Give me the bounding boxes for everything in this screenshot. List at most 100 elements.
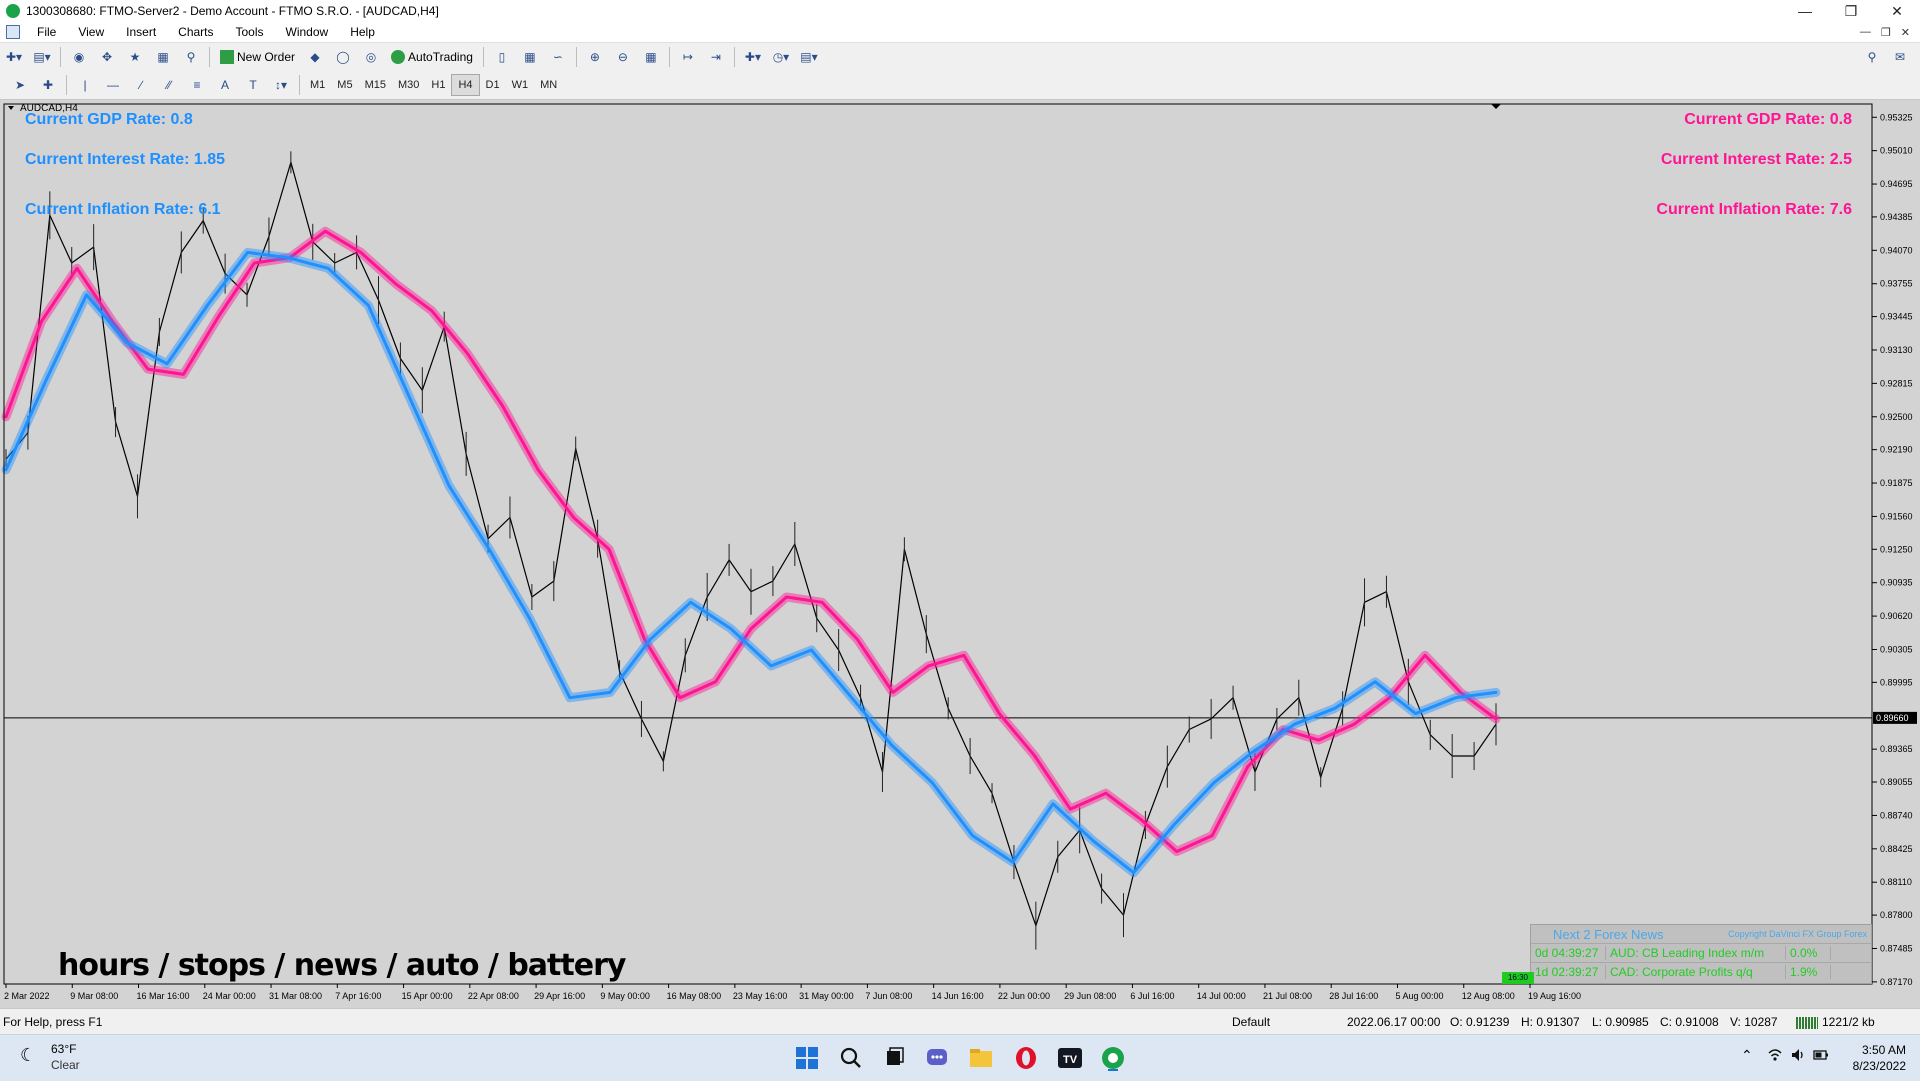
menu-file[interactable]: File — [26, 25, 67, 39]
bar-chart-icon[interactable]: ▯ — [490, 46, 514, 68]
zoom-out-icon[interactable]: ⊖ — [611, 46, 635, 68]
timeframe-mn[interactable]: MN — [534, 75, 563, 95]
indicators-icon[interactable]: ✚▾ — [741, 46, 765, 68]
auto-scroll-icon[interactable]: ↦ — [676, 46, 700, 68]
y-tick-label: 0.88110 — [1880, 877, 1912, 887]
volume-icon[interactable] — [1790, 1047, 1806, 1063]
signals-icon[interactable]: ◯ — [331, 46, 355, 68]
status-profile[interactable]: Default — [1232, 1015, 1270, 1029]
wifi-icon[interactable] — [1767, 1047, 1783, 1063]
y-tick-label: 0.89055 — [1880, 777, 1913, 787]
data-window-icon[interactable]: ✥ — [95, 46, 119, 68]
zoom-in-icon[interactable]: ⊕ — [583, 46, 607, 68]
task-view-icon[interactable] — [881, 1044, 909, 1072]
menu-tools[interactable]: Tools — [225, 25, 275, 39]
new-chart-icon[interactable]: ✚▾ — [2, 46, 26, 68]
timeframe-h1[interactable]: H1 — [425, 75, 451, 95]
terminal-icon[interactable]: ▦ — [151, 46, 175, 68]
y-tick-label: 0.93755 — [1880, 279, 1913, 289]
clock-time[interactable]: 3:50 AM — [1862, 1043, 1906, 1057]
auto-trading-label: AutoTrading — [408, 50, 473, 64]
new-order-button[interactable]: New Order — [216, 46, 299, 68]
line-chart-icon[interactable]: ∽ — [546, 46, 570, 68]
market-watch-icon[interactable]: ◉ — [67, 46, 91, 68]
document-icon[interactable] — [6, 25, 20, 39]
x-tick-label: 9 May 00:00 — [600, 991, 650, 1001]
market-icon[interactable]: ◎ — [359, 46, 383, 68]
auto-trading-button[interactable]: AutoTrading — [387, 46, 477, 68]
y-tick-label: 0.91250 — [1880, 544, 1913, 554]
x-tick-label: 2 Mar 2022 — [4, 991, 50, 1001]
mdi-minimize-icon[interactable]: — — [1860, 26, 1871, 39]
channel-icon[interactable]: ∕∕ — [157, 74, 181, 96]
horizontal-line-icon[interactable]: — — [101, 74, 125, 96]
connection-bars-icon — [1796, 1016, 1818, 1029]
mt4-terminal-icon[interactable] — [1099, 1044, 1127, 1072]
timeframe-w1[interactable]: W1 — [506, 75, 535, 95]
chat-icon[interactable]: ✉ — [1888, 46, 1912, 68]
cursor-icon[interactable]: ➤ — [8, 74, 32, 96]
tile-windows-icon[interactable]: ▦ — [639, 46, 663, 68]
battery-icon[interactable] — [1813, 1047, 1829, 1063]
tradingview-icon[interactable]: TV — [1056, 1044, 1084, 1072]
timeframe-m15[interactable]: M15 — [359, 75, 392, 95]
menu-view[interactable]: View — [67, 25, 115, 39]
status-bar: For Help, press F1 Default 2022.06.17 00… — [0, 1008, 1920, 1035]
timeframe-h4[interactable]: H4 — [451, 74, 480, 96]
mdi-restore-icon[interactable]: ❐ — [1881, 26, 1891, 39]
moon-icon[interactable]: ☾ — [20, 1045, 40, 1065]
teams-chat-icon[interactable] — [923, 1044, 951, 1072]
opera-browser-icon[interactable] — [1012, 1044, 1040, 1072]
navigator-icon[interactable]: ★ — [123, 46, 147, 68]
restore-icon[interactable]: ❐ — [1828, 0, 1874, 22]
news-event: CAD: Corporate Profits q/q — [1606, 965, 1786, 979]
metaeditor-icon[interactable]: ◆ — [303, 46, 327, 68]
windows-start-icon[interactable] — [793, 1044, 821, 1072]
minimize-icon[interactable]: — — [1782, 0, 1828, 22]
x-tick-label: 22 Jun 00:00 — [998, 991, 1050, 1001]
file-explorer-icon[interactable] — [967, 1044, 995, 1072]
text-label-icon[interactable]: T — [241, 74, 265, 96]
news-panel-title: Next 2 Forex News — [1553, 926, 1664, 942]
menu-charts[interactable]: Charts — [167, 25, 224, 39]
news-value: 1.9% — [1786, 965, 1831, 979]
y-tick-label: 0.93445 — [1880, 312, 1913, 322]
profiles-icon[interactable]: ▤▾ — [30, 46, 54, 68]
price-chart[interactable]: 0.95325 0.95010 0.94695 0.94385 0.94070 0.937… — [0, 100, 1920, 1008]
y-tick-label: 0.88425 — [1880, 844, 1913, 854]
timeframe-m30[interactable]: M30 — [392, 75, 425, 95]
x-tick-label: 28 Jul 16:00 — [1329, 991, 1378, 1001]
chart-window[interactable]: 0.95325 0.95010 0.94695 0.94385 0.94070 0.937… — [0, 100, 1920, 1008]
text-icon[interactable]: A — [213, 74, 237, 96]
menu-insert[interactable]: Insert — [115, 25, 167, 39]
timeframe-m1[interactable]: M1 — [304, 75, 331, 95]
status-close: C: 0.91008 — [1660, 1015, 1719, 1029]
periods-icon[interactable]: ◷▾ — [769, 46, 793, 68]
timeframe-d1[interactable]: D1 — [480, 75, 506, 95]
y-tick-label: 0.94070 — [1880, 245, 1913, 255]
crosshair-icon[interactable]: ✚ — [36, 74, 60, 96]
chart-shift-icon[interactable]: ⇥ — [704, 46, 728, 68]
search-icon[interactable]: ⚲ — [1860, 46, 1884, 68]
search-taskbar-icon[interactable] — [837, 1044, 865, 1072]
tray-chevron-up-icon[interactable]: ⌃ — [1741, 1047, 1753, 1064]
menu-help[interactable]: Help — [339, 25, 386, 39]
x-tick-label: 12 Aug 08:00 — [1462, 991, 1515, 1001]
candlestick-icon[interactable]: ▦ — [518, 46, 542, 68]
y-tick-label: 0.88740 — [1880, 810, 1913, 820]
menu-window[interactable]: Window — [275, 25, 340, 39]
weather-temperature[interactable]: 63°F — [51, 1042, 76, 1056]
trendline-icon[interactable]: ∕ — [129, 74, 153, 96]
timeframe-m5[interactable]: M5 — [331, 75, 358, 95]
mdi-close-icon[interactable]: ✕ — [1901, 26, 1910, 39]
weather-condition[interactable]: Clear — [51, 1058, 80, 1072]
vertical-line-icon[interactable]: | — [73, 74, 97, 96]
y-tick-label: 0.94385 — [1880, 212, 1913, 222]
arrows-icon[interactable]: ↕▾ — [269, 74, 293, 96]
strategy-tester-icon[interactable]: ⚲ — [179, 46, 203, 68]
templates-icon[interactable]: ▤▾ — [797, 46, 821, 68]
clock-date[interactable]: 8/23/2022 — [1853, 1059, 1906, 1073]
close-icon[interactable]: ✕ — [1874, 0, 1920, 22]
status-connection[interactable]: 1221/2 kb — [1796, 1015, 1875, 1029]
fibonacci-icon[interactable]: ≡ — [185, 74, 209, 96]
